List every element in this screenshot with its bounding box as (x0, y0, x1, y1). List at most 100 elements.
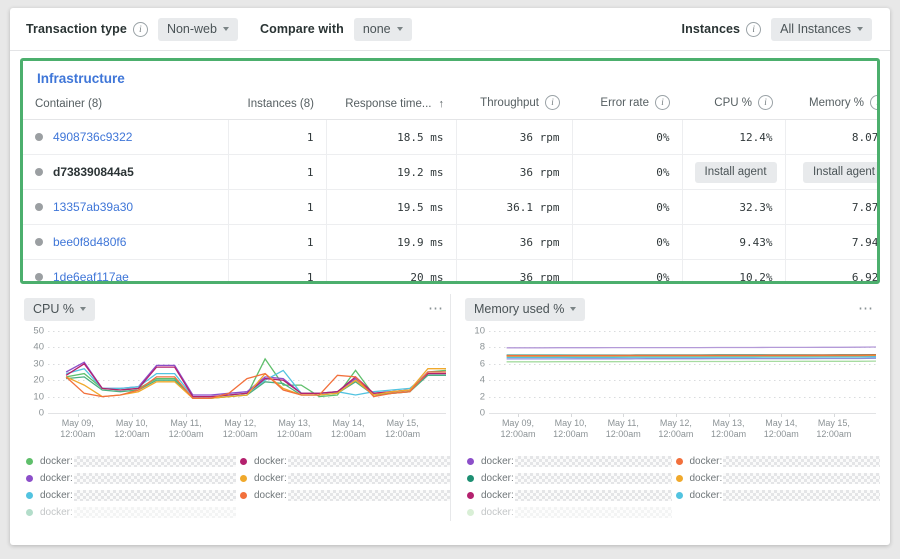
x-tick-mark (571, 414, 572, 417)
x-tick-label: May 10,12:00am (553, 418, 588, 440)
column-header-label: Instances (8) (248, 98, 314, 110)
legend-item[interactable]: docker: (676, 470, 881, 487)
legend-item[interactable]: docker: (26, 453, 236, 470)
status-dot-icon (35, 238, 43, 246)
column-info-icon[interactable]: i (870, 95, 880, 110)
cpu-chart-menu-icon[interactable]: ⋯ (428, 305, 444, 313)
legend-label: docker: (40, 507, 73, 518)
column-header-3[interactable]: Throughputi (456, 95, 572, 120)
legend-item[interactable]: docker: (467, 504, 672, 521)
x-tick-mark (518, 414, 519, 417)
column-header-6[interactable]: Memory %i (785, 95, 880, 120)
legend-item[interactable]: docker: (467, 470, 672, 487)
container-name-link[interactable]: 1de6eaf117ae (53, 270, 129, 284)
legend-item[interactable]: docker: (26, 470, 236, 487)
container-name-cell: 13357ab39a30 (23, 190, 228, 225)
y-tick-label: 10 (474, 326, 485, 337)
x-tick-label: May 11,12:00am (169, 418, 204, 440)
sort-ascending-icon[interactable]: ↑ (439, 98, 445, 110)
legend-item[interactable]: docker: (676, 487, 881, 504)
error-rate-cell: 0% (572, 155, 682, 190)
instances-cell: 1 (228, 225, 326, 260)
legend-color-dot-icon (467, 458, 474, 465)
legend-item[interactable]: docker: (240, 453, 450, 470)
y-tick-label: 10 (33, 391, 44, 402)
compare-with-dropdown[interactable]: none (354, 18, 412, 41)
x-tick-mark (240, 414, 241, 417)
table-row[interactable]: 4908736c9322118.5 ms36 rpm0%12.4%8.07% (23, 120, 880, 155)
legend-item[interactable]: docker: (240, 470, 450, 487)
container-name-link[interactable]: 4908736c9322 (53, 130, 132, 144)
column-header-4[interactable]: Error ratei (572, 95, 682, 120)
series-line (507, 347, 876, 348)
response-time-cell: 19.9 ms (326, 225, 456, 260)
container-name-cell: 1de6eaf117ae (23, 260, 228, 285)
memory-cell: 7.87% (785, 190, 880, 225)
memory-metric-dropdown[interactable]: Memory used % (465, 298, 585, 321)
infrastructure-title-link[interactable]: Infrastructure (23, 61, 125, 95)
column-header-1[interactable]: Instances (8) (228, 95, 326, 120)
container-name-text: d738390844a5 (53, 165, 134, 179)
column-info-icon[interactable]: i (655, 95, 670, 110)
error-rate-cell: 0% (572, 120, 682, 155)
column-header-5[interactable]: CPU %i (682, 95, 785, 120)
compare-with-value: none (363, 22, 391, 36)
table-row[interactable]: d738390844a5119.2 ms36 rpm0%Install agen… (23, 155, 880, 190)
cpu-chart-card: CPU % ⋯ 50403020100 May 09,12:00amMay 10… (20, 294, 450, 521)
x-tick-mark (676, 414, 677, 417)
legend-item[interactable]: docker: (467, 453, 672, 470)
instances-info-icon[interactable]: i (746, 22, 761, 37)
legend-item[interactable]: docker: (467, 487, 672, 504)
legend-item[interactable]: docker: (240, 487, 450, 504)
legend-label: docker: (40, 456, 73, 467)
redacted-label-area (74, 456, 236, 467)
transaction-type-dropdown[interactable]: Non-web (158, 18, 238, 41)
cpu-metric-dropdown[interactable]: CPU % (24, 298, 95, 321)
column-info-icon[interactable]: i (545, 95, 560, 110)
memory-chart-menu-icon[interactable]: ⋯ (858, 305, 874, 313)
table-body: 4908736c9322118.5 ms36 rpm0%12.4%8.07%d7… (23, 120, 880, 285)
install-agent-button[interactable]: Install agent (803, 162, 880, 183)
memory-chart-header: Memory used % ⋯ (461, 294, 880, 324)
column-info-icon[interactable]: i (758, 95, 773, 110)
chevron-down-icon (857, 27, 863, 31)
container-name-link[interactable]: bee0f8d480f6 (53, 235, 126, 249)
x-tick-mark (623, 414, 624, 417)
y-tick-label: 0 (480, 408, 485, 419)
column-header-2[interactable]: Response time...↑ (326, 95, 456, 120)
instances-cell: 1 (228, 260, 326, 285)
x-tick-mark (834, 414, 835, 417)
transaction-type-value: Non-web (167, 22, 217, 36)
column-header-label: Container (8) (35, 98, 102, 110)
table-row[interactable]: 13357ab39a30119.5 ms36.1 rpm0%32.3%7.87% (23, 190, 880, 225)
legend-color-dot-icon (26, 492, 33, 499)
error-rate-cell: 0% (572, 225, 682, 260)
legend-item[interactable]: docker: (676, 453, 881, 470)
y-tick-label: 0 (39, 408, 44, 419)
install-agent-button[interactable]: Install agent (695, 162, 777, 183)
series-line (507, 357, 876, 358)
column-header-0[interactable]: Container (8) (23, 95, 228, 120)
chevron-down-icon (223, 27, 229, 31)
memory-plot-grid (489, 331, 876, 413)
legend-label: docker: (481, 473, 514, 484)
legend-label: docker: (40, 473, 73, 484)
memory-line-series (489, 331, 876, 413)
x-tick-label: May 14,12:00am (764, 418, 799, 440)
container-name-link[interactable]: 13357ab39a30 (53, 200, 133, 214)
legend-item[interactable]: docker: (26, 504, 236, 521)
redacted-label-area (515, 473, 672, 484)
redacted-label-area (723, 490, 880, 501)
table-row[interactable]: bee0f8d480f6119.9 ms36 rpm0%9.43%7.94% (23, 225, 880, 260)
instances-dropdown[interactable]: All Instances (771, 18, 872, 41)
y-tick-label: 50 (33, 326, 44, 337)
x-tick-label: May 13,12:00am (277, 418, 312, 440)
transaction-type-info-icon[interactable]: i (133, 22, 148, 37)
container-name-cell: 4908736c9322 (23, 120, 228, 155)
x-tick-label: May 12,12:00am (658, 418, 693, 440)
table-row[interactable]: 1de6eaf117ae120 ms36 rpm0%10.2%6.92% (23, 260, 880, 285)
legend-color-dot-icon (467, 492, 474, 499)
y-tick-label: 40 (33, 342, 44, 353)
legend-item[interactable]: docker: (26, 487, 236, 504)
legend-label: docker: (481, 490, 514, 501)
